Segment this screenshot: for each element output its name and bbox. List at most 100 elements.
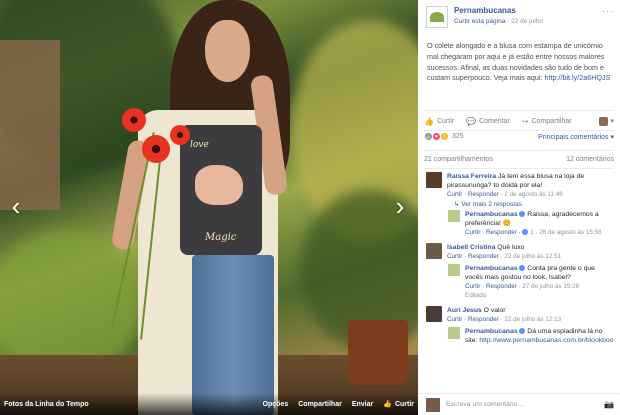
reply-body: Pernambucanas Raissa, agradecemos a pref… xyxy=(465,210,614,237)
comments-filter-dropdown[interactable]: Principais comentários ▾ xyxy=(538,133,614,141)
speech-bubble-icon: 💬 xyxy=(466,116,477,126)
reply-actions[interactable]: Curtir · Responder · xyxy=(465,229,521,236)
thumbs-up-icon: 👍 xyxy=(424,116,434,126)
reply-likes[interactable]: 1 xyxy=(530,229,534,236)
view-more-replies-link[interactable]: ↳ Ver mais 2 respostas xyxy=(418,200,620,208)
pernambucanas-logo-icon xyxy=(430,12,444,22)
divider xyxy=(424,150,614,151)
commenter-avatar[interactable] xyxy=(426,243,442,259)
user-avatar xyxy=(426,397,440,412)
more-replies-label: Ver mais 2 respostas xyxy=(461,201,522,208)
comment-time[interactable]: 2 de agosto às 11:46 xyxy=(504,191,562,198)
chevron-down-icon: ▾ xyxy=(610,118,614,125)
user-avatar xyxy=(599,116,609,126)
comment-actions[interactable]: Curtir · Responder xyxy=(447,253,499,260)
page-avatar[interactable] xyxy=(426,6,448,28)
comment-item: Raissa Ferreira Já tem essa blusa na loj… xyxy=(418,172,620,199)
page-reply-avatar[interactable] xyxy=(448,327,460,339)
comment-item: Auri Jesus O valor Curtir · Responder · … xyxy=(418,306,620,324)
reply-meta: Curtir · Responder · 27 de julho às 19:2… xyxy=(465,283,580,290)
red-gerbera-flower xyxy=(142,135,170,163)
reply-arrow-icon: ↳ xyxy=(454,201,460,208)
like-page-link[interactable]: Curtir esta página xyxy=(454,18,505,25)
photo-viewer[interactable]: love Magic ‹ › Fotos da Linha do Tempo O… xyxy=(0,0,418,415)
comment-item: Isabell Cristina Quê luxo Curtir · Respo… xyxy=(418,243,620,261)
commenter-avatar[interactable] xyxy=(426,172,442,188)
post-link[interactable]: http://bit.ly/2a6HQJS xyxy=(544,73,610,82)
page-reply-avatar[interactable] xyxy=(448,210,460,222)
chevron-down-icon: ▾ xyxy=(610,133,614,141)
clay-pot xyxy=(348,320,408,385)
like-button[interactable]: 👍 Curtir xyxy=(424,117,454,126)
reply-link[interactable]: http://www.pernambucanas.com.br/blookboo xyxy=(479,337,613,344)
previous-photo-chevron-icon[interactable]: ‹ xyxy=(2,190,30,222)
page-name-link[interactable]: Pernambucanas xyxy=(454,6,543,15)
comment-meta: Curtir · Responder · 2 de agosto às 11:4… xyxy=(447,191,563,198)
next-photo-chevron-icon[interactable]: › xyxy=(386,190,414,222)
wow-reaction-icon[interactable]: ! xyxy=(440,132,449,141)
comments-count[interactable]: 12 comentários xyxy=(566,156,614,163)
comment-time[interactable]: 22 de julho às 12:13 xyxy=(504,316,561,323)
tee-print-magic: Magic xyxy=(205,232,237,243)
share-label: Compartilhar xyxy=(531,117,572,125)
comment-input[interactable]: Escreva um comentário... xyxy=(446,401,604,408)
post-as-selector[interactable]: ▾ xyxy=(599,116,614,126)
divider xyxy=(424,110,614,111)
share-button[interactable]: ↪ Compartilhar xyxy=(522,117,572,126)
comment-time[interactable]: 22 de julho às 12:51 xyxy=(504,253,561,260)
reply-item: Pernambucanas Dá uma espiadinha lá no si… xyxy=(418,327,620,345)
reply-item: Pernambucanas Conta pra gente o que você… xyxy=(418,264,620,300)
reactions-row: 👍 ♥ ! 325 Principais comentários ▾ xyxy=(424,132,614,141)
filter-label: Principais comentários xyxy=(538,133,609,141)
reply-time[interactable]: 27 de julho às 19:28 xyxy=(522,283,579,290)
reply-actions[interactable]: Curtir · Responder xyxy=(465,283,517,290)
reply-author[interactable]: Pernambucanas xyxy=(465,328,518,335)
comment-author[interactable]: Auri Jesus xyxy=(447,307,482,314)
reply-author[interactable]: Pernambucanas xyxy=(465,265,518,272)
model-face xyxy=(205,20,250,82)
share-arrow-icon: ↪ xyxy=(521,116,529,126)
verified-badge-icon xyxy=(519,265,526,272)
like-photo-button[interactable]: 👍 Curtir xyxy=(383,400,414,409)
verified-badge-icon xyxy=(519,328,526,335)
reply-author[interactable]: Pernambucanas xyxy=(465,211,518,218)
comment-body: Auri Jesus O valor Curtir · Responder · … xyxy=(447,306,561,324)
comment-text: Quê luxo xyxy=(497,244,525,251)
edited-label[interactable]: Editado xyxy=(465,291,614,300)
shares-count[interactable]: 21 compartilhamentos xyxy=(424,156,493,163)
comment-body: Isabell Cristina Quê luxo Curtir · Respo… xyxy=(447,243,561,261)
divider xyxy=(424,130,614,131)
page-reply-avatar[interactable] xyxy=(448,264,460,276)
reactions-count[interactable]: 325 xyxy=(452,133,464,140)
post-date[interactable]: 22 de julho xyxy=(511,18,543,25)
brick-wall xyxy=(0,40,60,210)
options-label: Opções xyxy=(262,400,289,408)
model-jeans xyxy=(192,255,274,415)
red-gerbera-flower xyxy=(170,125,190,145)
comment-actions[interactable]: Curtir · Responder xyxy=(447,191,499,198)
share-photo-button[interactable]: Compartilhar xyxy=(298,401,342,408)
counts-row: 21 compartilhamentos 12 comentários xyxy=(424,156,614,163)
commenter-avatar[interactable] xyxy=(426,306,442,322)
reply-item: Pernambucanas Raissa, agradecemos a pref… xyxy=(418,210,620,237)
reply-meta: Curtir · Responder · 1 · 26 de agosto às… xyxy=(465,229,602,236)
comment-actions[interactable]: Curtir · Responder xyxy=(447,316,499,323)
comment-author[interactable]: Isabell Cristina xyxy=(447,244,495,251)
post-header: Pernambucanas Curtir esta página · 22 de… xyxy=(418,0,620,28)
more-options-icon[interactable]: ··· xyxy=(602,6,614,28)
send-button[interactable]: Enviar xyxy=(352,401,373,408)
post-body: O colete alongado e a blusa com estampa … xyxy=(418,28,620,84)
reply-body: Pernambucanas Dá uma espiadinha lá no si… xyxy=(465,327,614,345)
camera-icon[interactable]: 📷 xyxy=(604,400,614,409)
comment-composer: Escreva um comentário... 📷 xyxy=(418,393,620,415)
comment-author[interactable]: Raissa Ferreira xyxy=(447,173,496,180)
post-action-bar: 👍 Curtir 💬 Comentar ↪ Compartilhar ▾ xyxy=(424,114,614,128)
album-link[interactable]: Fotos da Linha do Tempo xyxy=(4,401,89,408)
comments-list: Raissa Ferreira Já tem essa blusa na loj… xyxy=(418,172,620,395)
red-gerbera-flower xyxy=(122,108,146,132)
photo-actions: Opções Compartilhar Enviar 👍 Curtir xyxy=(263,400,414,409)
reply-time[interactable]: 26 de agosto às 15:56 xyxy=(539,229,601,236)
unicorn-print xyxy=(195,165,243,205)
comment-button[interactable]: 💬 Comentar xyxy=(466,117,510,126)
options-button[interactable]: Opções xyxy=(263,401,289,408)
